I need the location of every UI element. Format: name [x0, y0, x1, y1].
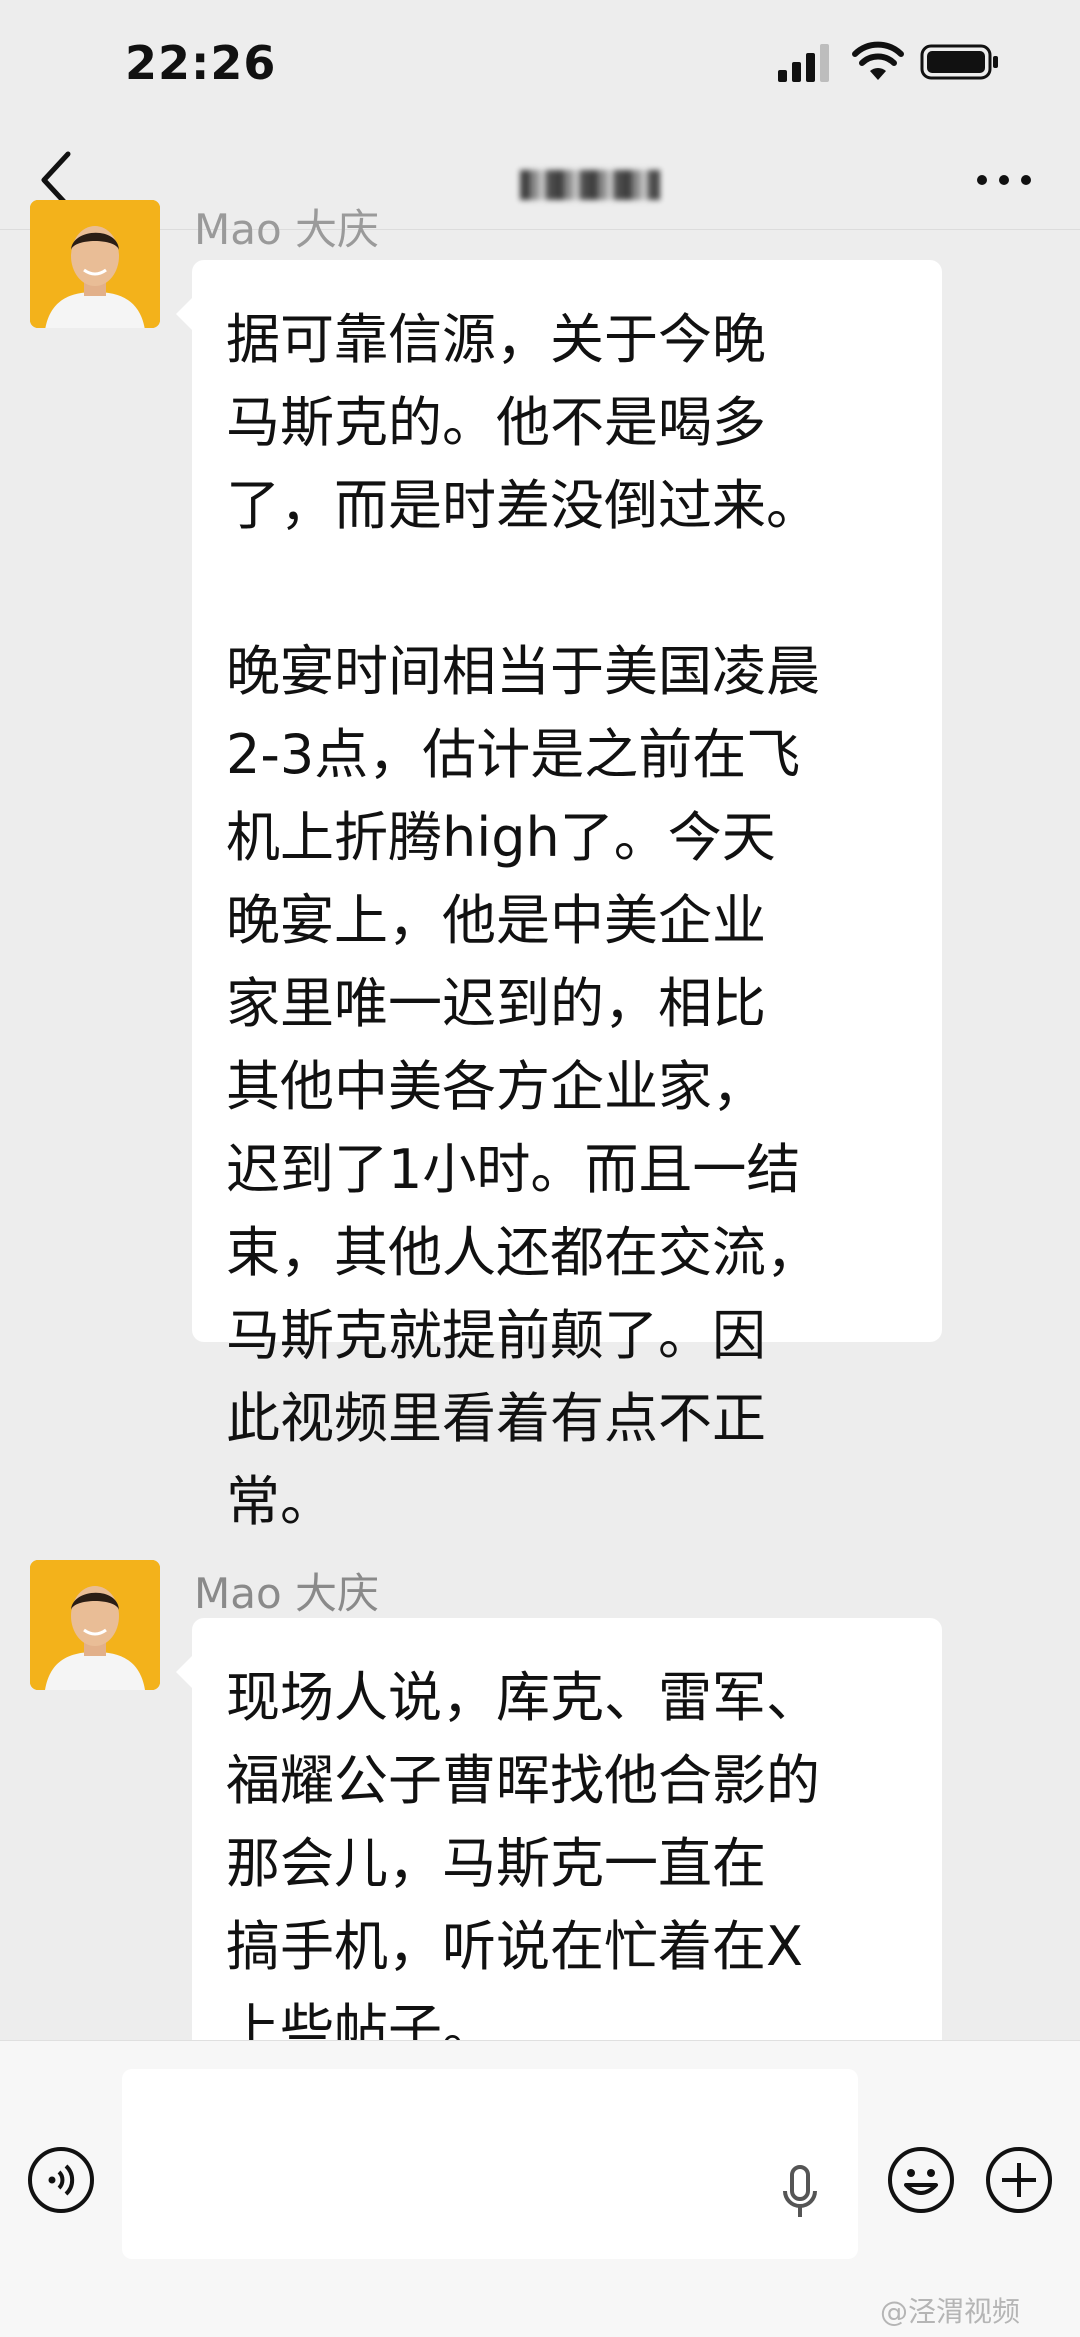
- sender-name: Mao 大庆: [194, 1569, 380, 1618]
- message-text: 现场人说，库克、雷军、 福耀公子曹晖找他合影的 那会儿，马斯克一直在 搞手机，听…: [226, 1666, 820, 2061]
- avatar[interactable]: [30, 200, 160, 328]
- chat-nav-bar: [0, 130, 1080, 230]
- blurred-title-mosaic: [520, 170, 660, 200]
- battery-icon: [920, 44, 998, 80]
- more-options-icon[interactable]: [974, 168, 1034, 192]
- wifi-icon: [852, 41, 904, 80]
- microphone-icon[interactable]: [780, 2163, 820, 2223]
- weibo-watermark: @泾渭视频: [880, 2295, 1021, 2328]
- status-time: 22:26: [125, 36, 277, 90]
- status-bar: 22:26: [0, 0, 1080, 130]
- signal-icon: [778, 44, 829, 82]
- message-bubble[interactable]: 据可靠信源，关于今晚 马斯克的。他不是喝多 了，而是时差没倒过来。 晚宴时间相当…: [176, 260, 942, 1533]
- avatar[interactable]: [30, 1560, 160, 1690]
- message-text: 据可靠信源，关于今晚 马斯克的。他不是喝多 了，而是时差没倒过来。 晚宴时间相当…: [226, 308, 820, 1533]
- avatar-portrait-icon: [30, 1560, 160, 1690]
- sender-name: Mao 大庆: [194, 205, 380, 254]
- voice-input-icon[interactable]: [26, 2145, 96, 2215]
- message-input[interactable]: [122, 2069, 858, 2259]
- emoji-icon[interactable]: [886, 2145, 956, 2215]
- add-plus-icon[interactable]: [984, 2145, 1054, 2215]
- avatar-portrait-icon: [30, 200, 160, 328]
